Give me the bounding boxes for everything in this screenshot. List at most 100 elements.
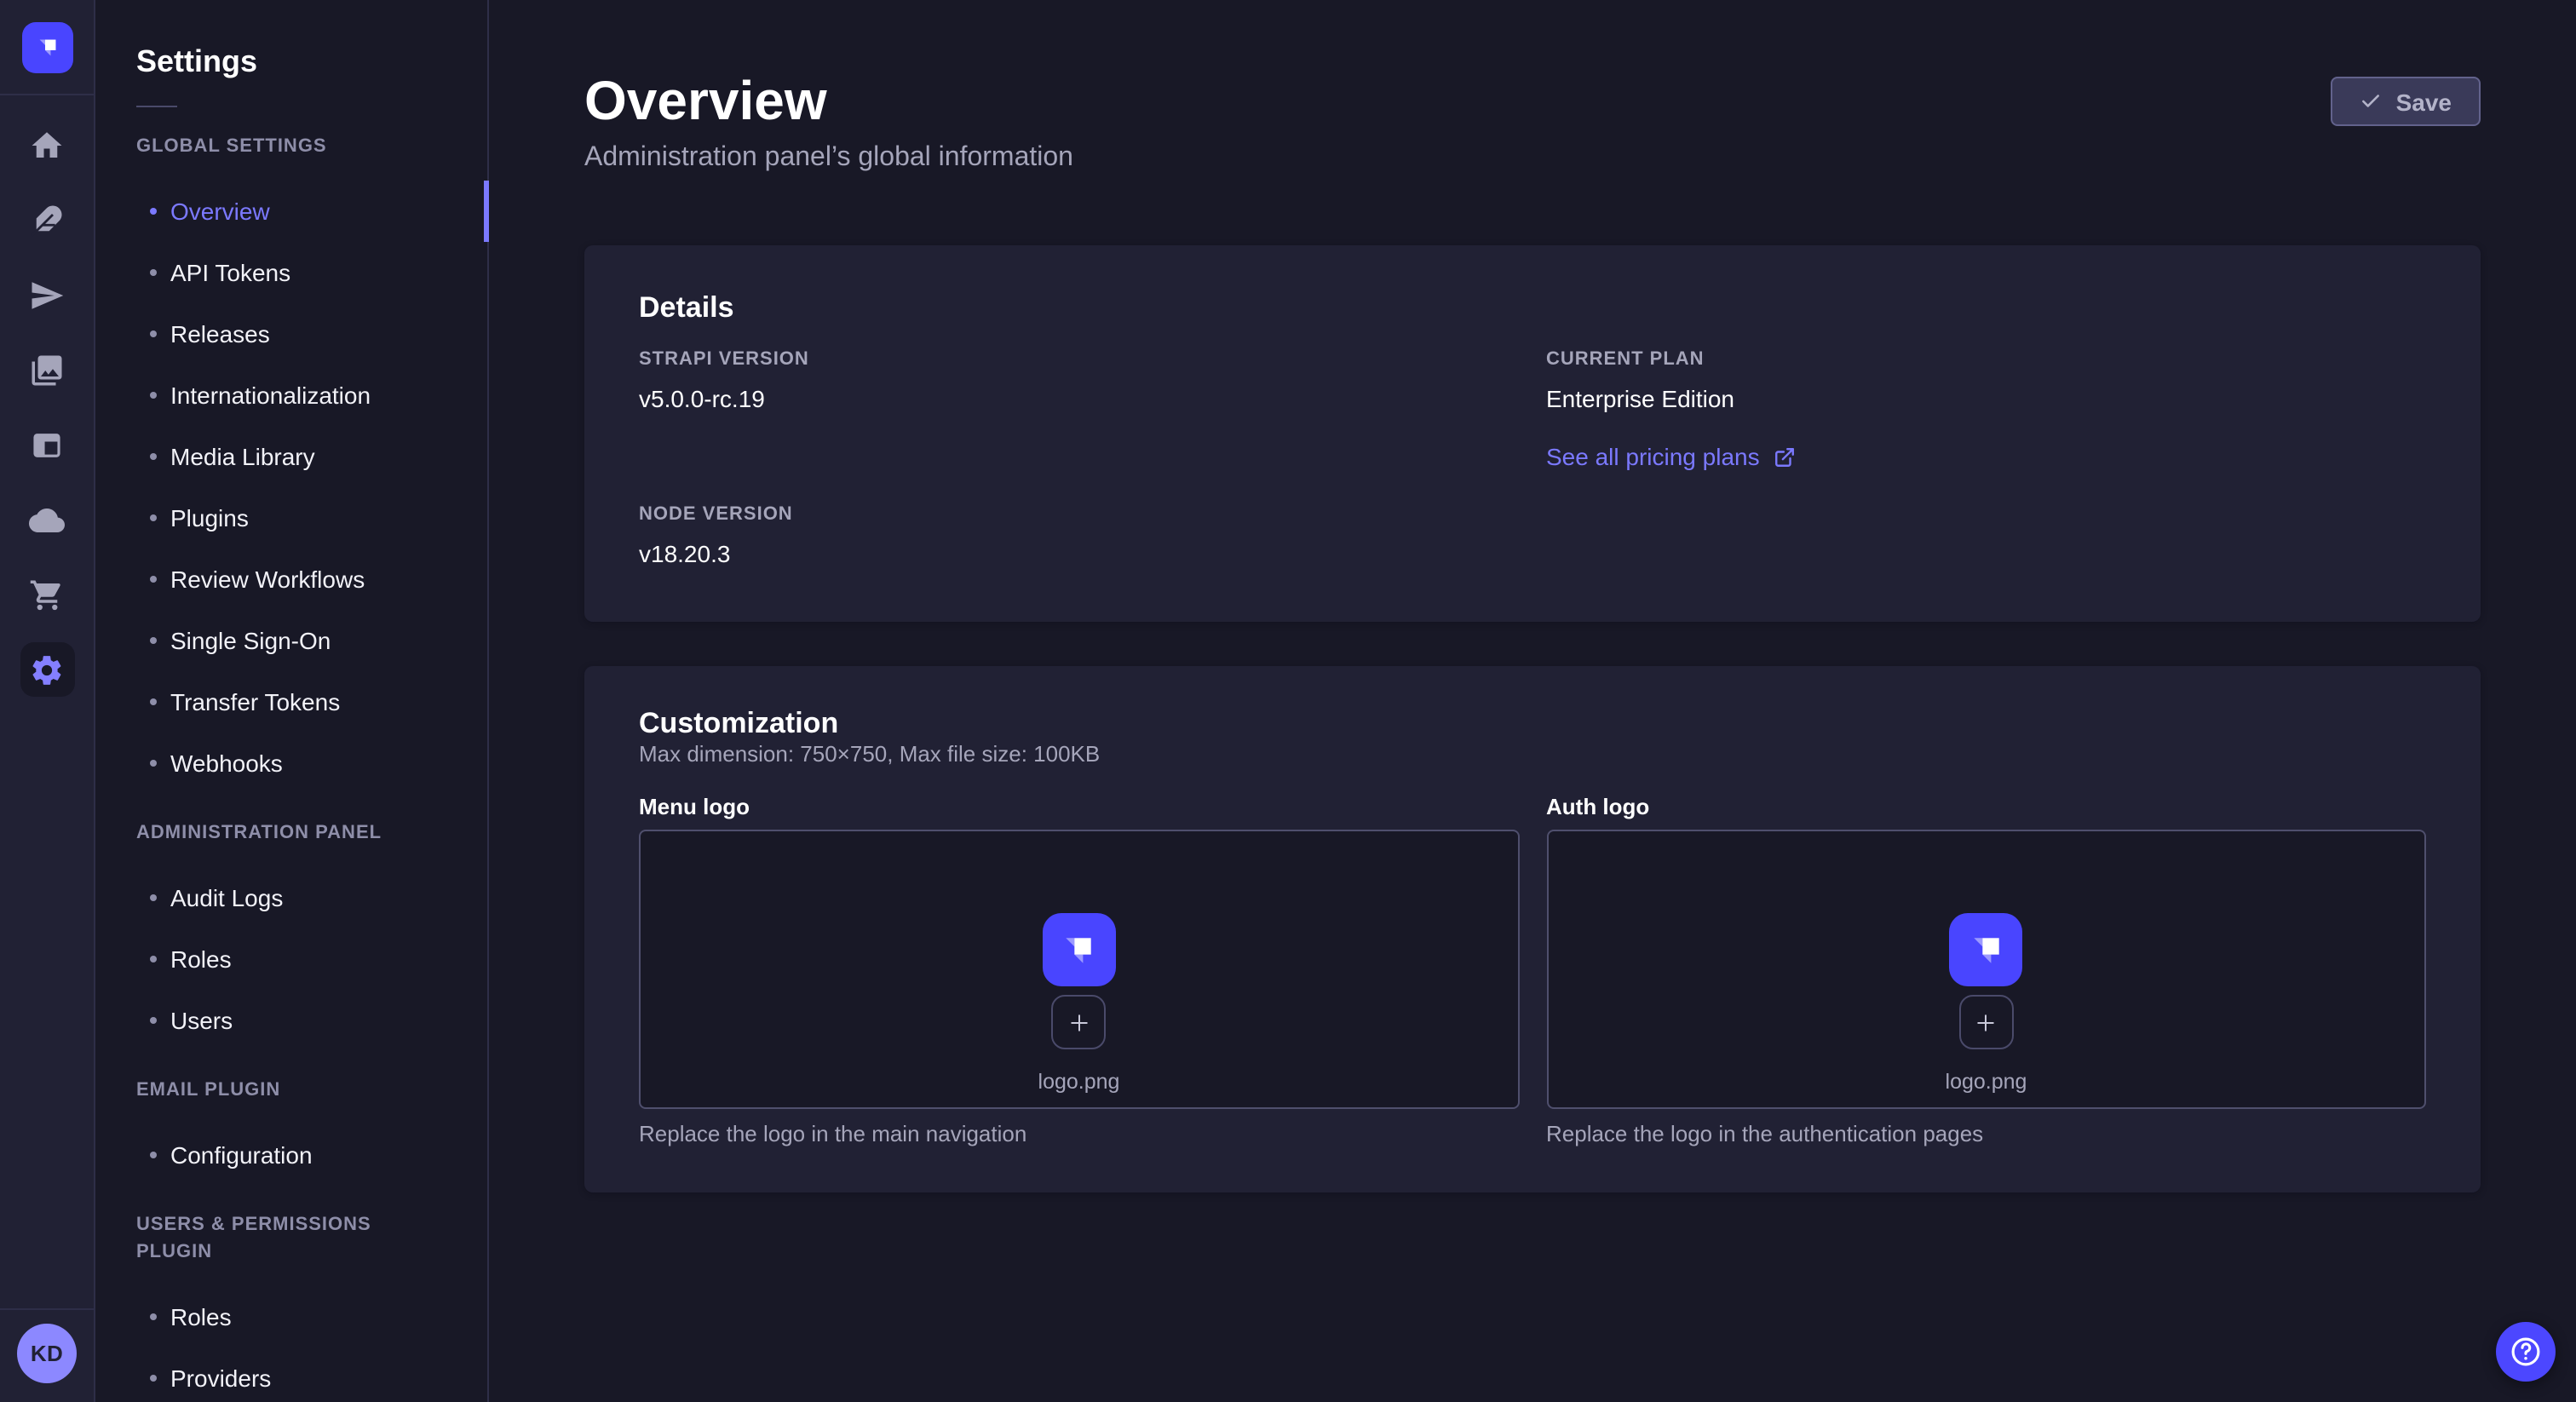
strapi-admin-app: KD Settings GLOBAL SETTINGS Overview API… xyxy=(0,0,2576,1402)
save-button-label: Save xyxy=(2396,88,2452,115)
sidebar-item-media-library[interactable]: Media Library xyxy=(95,426,487,487)
sidebar-item-up-roles[interactable]: Roles xyxy=(95,1286,487,1347)
sidebar-item-label: Overview xyxy=(170,198,270,225)
node-version-value: v18.20.3 xyxy=(639,537,1519,571)
images-icon[interactable] xyxy=(20,342,74,397)
details-left-column: STRAPI VERSION v5.0.0-rc.19 NODE VERSION… xyxy=(639,349,1519,571)
auth-logo-caption: Replace the logo in the authentication p… xyxy=(1546,1119,2426,1148)
section-global-settings: GLOBAL SETTINGS Overview API Tokens Rele… xyxy=(95,133,487,794)
sidebar-item-api-tokens[interactable]: API Tokens xyxy=(95,242,487,303)
current-plan-value: Enterprise Edition xyxy=(1546,382,2426,416)
user-avatar[interactable]: KD xyxy=(17,1324,77,1383)
pricing-plans-link-label: See all pricing plans xyxy=(1546,440,1760,474)
main-nav-rail: KD xyxy=(0,0,95,1402)
sidebar-item-label: Configuration xyxy=(170,1141,313,1169)
rail-divider xyxy=(0,94,94,95)
sidebar-item-label: Internationalization xyxy=(170,382,371,409)
feather-icon[interactable] xyxy=(20,192,74,247)
strapi-mark-icon xyxy=(1055,926,1103,974)
auth-logo-dropzone[interactable]: logo.png xyxy=(1546,830,2426,1109)
rail-bottom-divider xyxy=(0,1308,94,1310)
bullet-icon xyxy=(150,453,157,460)
sidebar-item-label: Releases xyxy=(170,320,270,348)
sidebar-item-label: Providers xyxy=(170,1365,271,1392)
sidebar-item-audit-logs[interactable]: Audit Logs xyxy=(95,867,487,928)
node-version-field: NODE VERSION v18.20.3 xyxy=(639,504,1519,571)
question-mark-icon xyxy=(2508,1334,2544,1370)
rail-bottom: KD xyxy=(0,1308,94,1402)
sidebar-item-webhooks[interactable]: Webhooks xyxy=(95,733,487,794)
sidebar-item-internationalization[interactable]: Internationalization xyxy=(95,365,487,426)
sidebar-item-label: Audit Logs xyxy=(170,884,283,911)
auth-logo-label: Auth logo xyxy=(1546,794,2426,821)
strapi-mark-icon xyxy=(32,32,62,63)
bullet-icon xyxy=(150,637,157,644)
help-button[interactable] xyxy=(2496,1322,2556,1382)
details-right-column: CURRENT PLAN Enterprise Edition See all … xyxy=(1546,349,2426,571)
plus-icon xyxy=(1974,1009,1999,1035)
sidebar-item-transfer-tokens[interactable]: Transfer Tokens xyxy=(95,671,487,733)
bullet-icon xyxy=(150,208,157,215)
strapi-logo[interactable] xyxy=(21,22,72,73)
menu-logo-dropzone[interactable]: logo.png xyxy=(639,830,1519,1109)
auth-logo-upload: Auth logo logo.png Replace the logo in t… xyxy=(1546,794,2426,1148)
bullet-icon xyxy=(150,269,157,276)
sidebar-item-review-workflows[interactable]: Review Workflows xyxy=(95,549,487,610)
section-title: ADMINISTRATION PANEL xyxy=(136,819,446,847)
details-fields: STRAPI VERSION v5.0.0-rc.19 NODE VERSION… xyxy=(639,349,2426,571)
gear-icon[interactable] xyxy=(20,642,74,697)
auth-logo-filename: logo.png xyxy=(1946,1070,2027,1095)
customization-card: Customization Max dimension: 750×750, Ma… xyxy=(584,666,2481,1192)
sidebar-item-overview[interactable]: Overview xyxy=(95,181,487,242)
bullet-icon xyxy=(150,514,157,521)
details-card-title: Details xyxy=(639,290,2426,327)
save-button[interactable]: Save xyxy=(2332,77,2481,126)
menu-logo-add-button[interactable] xyxy=(1052,995,1107,1049)
logo-upload-grid: Menu logo logo.png Replace the logo in t… xyxy=(639,794,2426,1148)
sidebar-item-up-providers[interactable]: Providers xyxy=(95,1347,487,1402)
bullet-icon xyxy=(150,956,157,962)
home-icon[interactable] xyxy=(20,118,74,172)
sidebar-item-plugins[interactable]: Plugins xyxy=(95,487,487,549)
customization-constraints: Max dimension: 750×750, Max file size: 1… xyxy=(639,741,2426,768)
page-title: Overview xyxy=(584,65,2481,136)
sidebar-item-label: Plugins xyxy=(170,504,249,531)
check-icon xyxy=(2360,90,2383,112)
bullet-icon xyxy=(150,760,157,767)
sidebar-item-label: Single Sign-On xyxy=(170,627,331,654)
sidebar-item-releases[interactable]: Releases xyxy=(95,303,487,365)
strapi-version-field: STRAPI VERSION v5.0.0-rc.19 xyxy=(639,349,1519,416)
section-users-permissions-plugin: USERS & PERMISSIONS PLUGIN Roles Provide… xyxy=(95,1211,487,1402)
sidebar-item-label: Webhooks xyxy=(170,750,283,777)
bullet-icon xyxy=(150,392,157,399)
sidebar-item-admin-users[interactable]: Users xyxy=(95,990,487,1051)
section-email-plugin: EMAIL PLUGIN Configuration xyxy=(95,1077,487,1186)
menu-logo-upload: Menu logo logo.png Replace the logo in t… xyxy=(639,794,1519,1148)
window-layout-icon[interactable] xyxy=(20,417,74,472)
menu-logo-caption: Replace the logo in the main navigation xyxy=(639,1119,1519,1148)
strapi-mark-icon xyxy=(1963,926,2010,974)
sidebar-item-email-configuration[interactable]: Configuration xyxy=(95,1124,487,1186)
page-subtitle: Administration panel’s global informatio… xyxy=(584,140,2481,177)
subnav-title: Settings xyxy=(136,41,487,82)
section-title: GLOBAL SETTINGS xyxy=(136,133,446,160)
shopping-cart-icon[interactable] xyxy=(20,567,74,622)
sidebar-item-label: Review Workflows xyxy=(170,566,365,593)
bullet-icon xyxy=(150,330,157,337)
paper-plane-icon[interactable] xyxy=(20,267,74,322)
cloud-icon[interactable] xyxy=(20,492,74,547)
plus-icon xyxy=(1067,1009,1092,1035)
section-administration-panel: ADMINISTRATION PANEL Audit Logs Roles Us… xyxy=(95,819,487,1051)
sidebar-item-label: Media Library xyxy=(170,443,315,470)
subnav-divider xyxy=(136,106,177,107)
bullet-icon xyxy=(150,1152,157,1158)
sidebar-item-single-sign-on[interactable]: Single Sign-On xyxy=(95,610,487,671)
auth-logo-preview xyxy=(1950,913,2023,986)
auth-logo-add-button[interactable] xyxy=(1959,995,2014,1049)
bullet-icon xyxy=(150,1375,157,1382)
pricing-plans-link[interactable]: See all pricing plans xyxy=(1546,440,1796,474)
menu-logo-preview xyxy=(1043,913,1116,986)
sidebar-item-admin-roles[interactable]: Roles xyxy=(95,928,487,990)
sidebar-item-label: Users xyxy=(170,1007,233,1034)
strapi-version-value: v5.0.0-rc.19 xyxy=(639,382,1519,416)
